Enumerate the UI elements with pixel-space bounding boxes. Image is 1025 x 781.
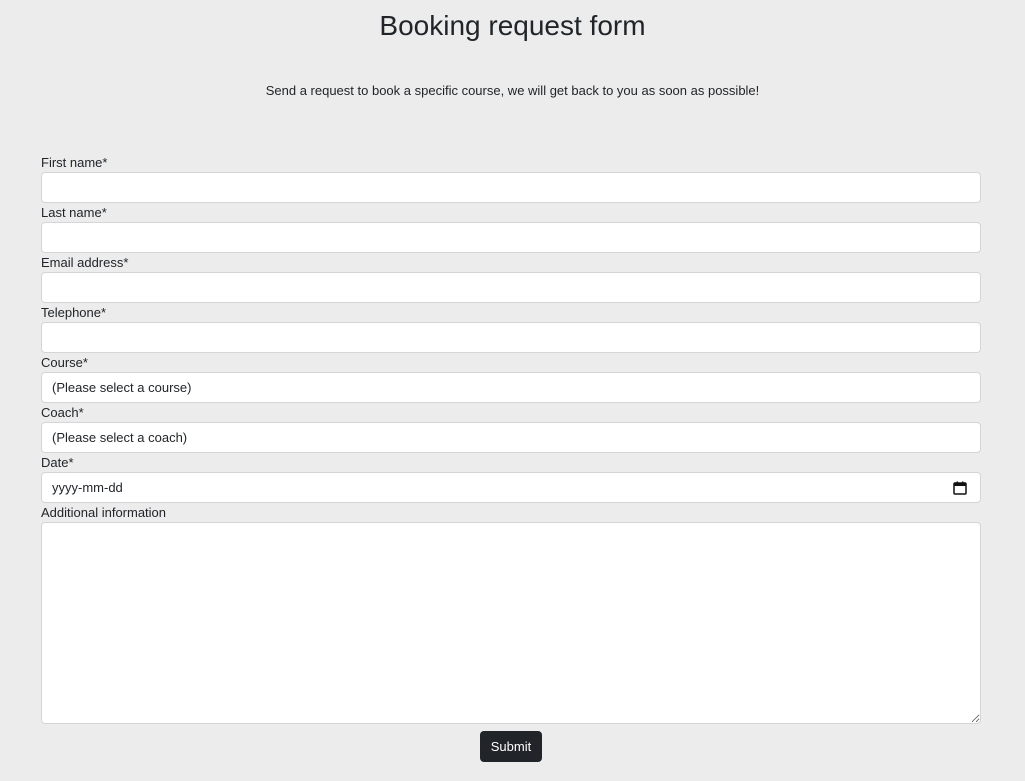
date-field[interactable]: yyyy-mm-dd <box>41 472 981 503</box>
date-placeholder: yyyy-mm-dd <box>52 480 123 495</box>
coach-label: Coach* <box>41 405 84 420</box>
last-name-field[interactable] <box>41 222 981 253</box>
page-subtitle: Send a request to book a specific course… <box>265 83 760 98</box>
course-select-value: (Please select a course) <box>52 380 192 395</box>
coach-select[interactable]: (Please select a coach) <box>41 422 981 453</box>
first-name-label: First name* <box>41 155 108 170</box>
additional-info-label: Additional information <box>41 505 167 520</box>
telephone-label: Telephone* <box>41 305 107 320</box>
calendar-icon[interactable] <box>953 481 967 495</box>
email-label: Email address* <box>41 255 129 270</box>
additional-info-textarea[interactable] <box>41 522 981 724</box>
last-name-label: Last name* <box>41 205 107 220</box>
course-label: Course* <box>41 355 88 370</box>
submit-button[interactable]: Submit <box>479 731 543 762</box>
telephone-field[interactable] <box>41 322 981 353</box>
submit-row: Submit <box>41 731 981 762</box>
first-name-field[interactable] <box>41 172 981 203</box>
course-select[interactable]: (Please select a course) <box>41 372 981 403</box>
booking-form: First name* Last name* Email address* Te… <box>41 154 981 762</box>
page-title: Booking request form <box>379 10 646 41</box>
date-label: Date* <box>41 455 74 470</box>
booking-page: Booking request form Send a request to b… <box>0 0 1025 781</box>
coach-select-value: (Please select a coach) <box>52 430 188 445</box>
email-field[interactable] <box>41 272 981 303</box>
